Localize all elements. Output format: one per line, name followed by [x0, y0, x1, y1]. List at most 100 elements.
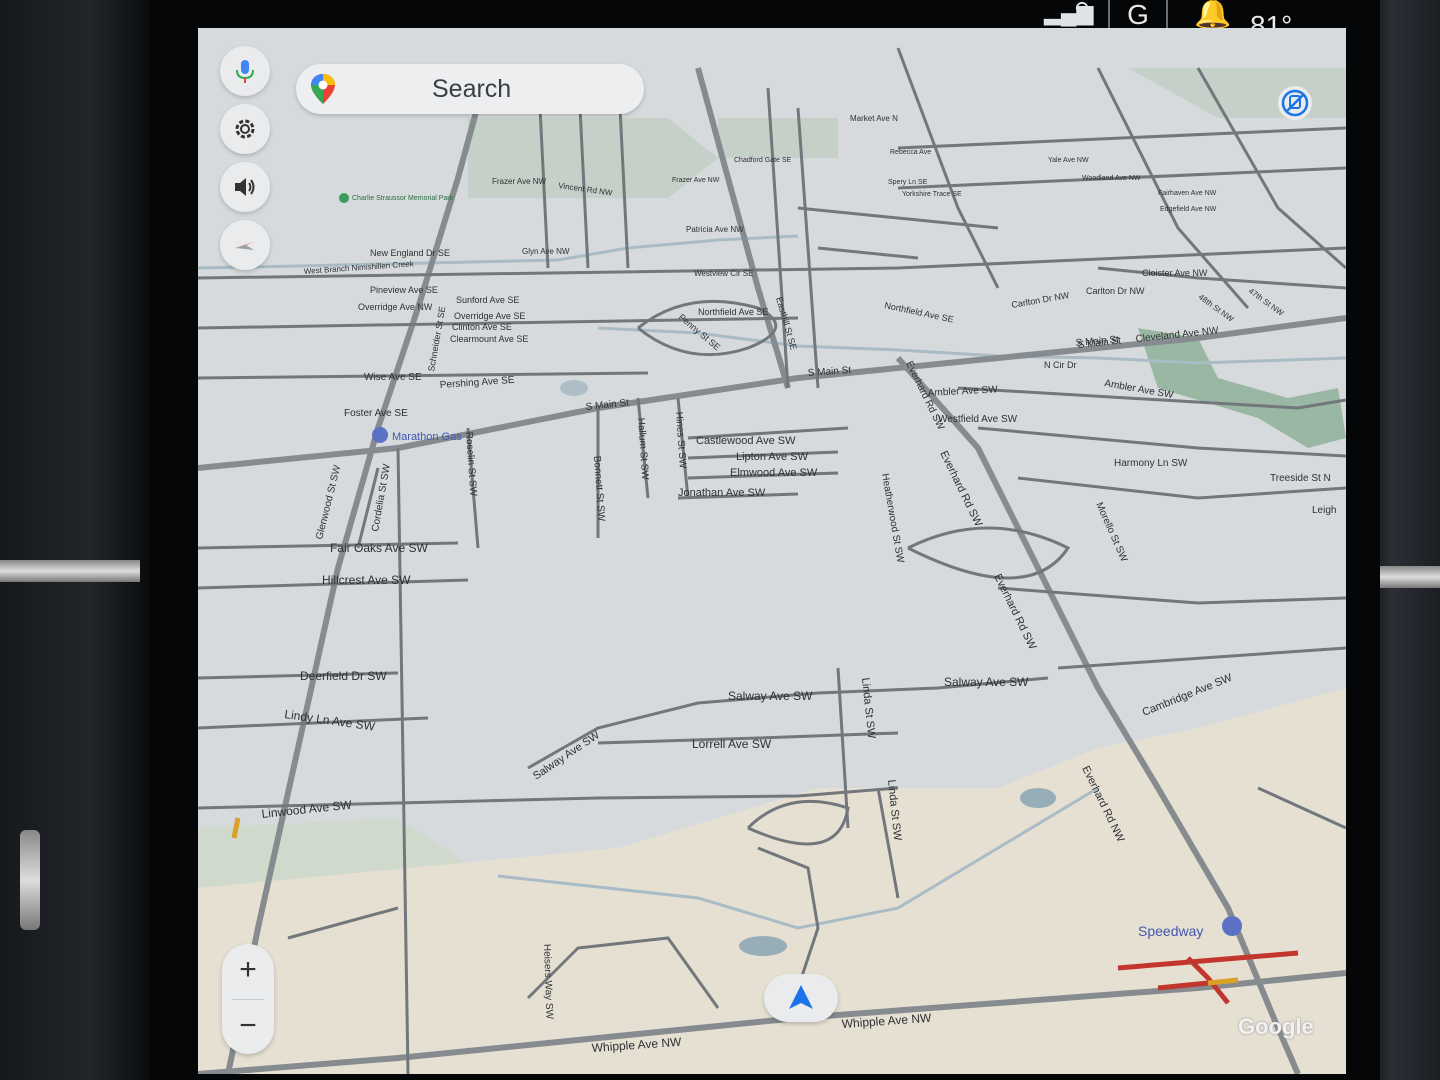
- dashboard-left-panel: [0, 0, 150, 1080]
- street-label: Yorkshire Trace SE: [902, 191, 962, 198]
- recenter-navigation-button[interactable]: [764, 974, 838, 1022]
- street-label: Hines St SW: [673, 411, 688, 469]
- street-label: 48th St NW: [1197, 292, 1236, 324]
- street-label: Deerfield Dr SW: [300, 669, 387, 683]
- loop-roads: [637, 299, 1071, 846]
- road: [198, 371, 649, 380]
- street-label: Clearmount Ave SE: [450, 334, 528, 344]
- pond: [560, 380, 588, 396]
- dashboard-trim: [20, 830, 40, 930]
- street-label: Frazer Ave NW: [492, 177, 547, 186]
- street-label: Northfield Ave SE: [698, 307, 768, 317]
- street-label: Salway Ave SW: [944, 675, 1029, 689]
- voice-search-button[interactable]: [220, 46, 270, 96]
- traffic-segment: [1207, 977, 1239, 986]
- park-area: [1128, 68, 1346, 118]
- street-label: Salway Ave SW: [531, 729, 602, 783]
- street-label: Lorrell Ave SW: [692, 737, 772, 751]
- street-label: West Branch Nimishillen Creek: [304, 259, 415, 276]
- street-label: Woodland Ave NW: [1082, 175, 1141, 182]
- map-canvas[interactable]: Marathon Gas Speedway Charlie Straussor …: [198, 28, 1346, 1074]
- street-label: Lipton Ave SW: [736, 451, 809, 463]
- street-label: Northfield Ave SE: [884, 300, 955, 324]
- street-label: Patricia Ave NW: [686, 225, 744, 234]
- notification-bell-icon[interactable]: 🔔: [1194, 0, 1231, 31]
- pond: [1020, 788, 1056, 808]
- street-label: S Main St: [807, 365, 851, 379]
- google-logo: Google: [1238, 1014, 1314, 1039]
- poi-label: Marathon Gas: [392, 431, 462, 443]
- compass-button[interactable]: [220, 220, 270, 270]
- street-label: Rebecca Ave: [890, 149, 931, 156]
- street-label: Clinton Ave SE: [452, 322, 512, 332]
- street-label: Jonathan Ave SW: [678, 487, 766, 499]
- street-label: Pineview Ave SE: [370, 285, 438, 295]
- street-label: Edgefield Ave NW: [1160, 206, 1217, 213]
- street-label: Leigh: [1312, 505, 1336, 516]
- street-label: Market Ave N: [850, 114, 898, 123]
- street-label: 47th St NW: [1247, 286, 1286, 318]
- street-label: Castlewood Ave SW: [696, 435, 796, 447]
- street-label: Fair Oaks Ave SW: [330, 541, 428, 555]
- street-label: Yale Ave NW: [1048, 157, 1089, 164]
- map-screen[interactable]: Marathon Gas Speedway Charlie Straussor …: [198, 28, 1346, 1074]
- street-label: Cloister Ave NW: [1142, 268, 1208, 278]
- street-label: Westview Cir SE: [694, 269, 753, 278]
- road: [1057, 646, 1346, 670]
- street-label: Treeside St N: [1270, 473, 1331, 484]
- street-label: Foster Ave SE: [344, 408, 408, 419]
- street-label: Cordelia St SW: [370, 463, 393, 533]
- zoom-control: + −: [222, 944, 274, 1054]
- street-label: S Main St: [585, 397, 629, 412]
- street-label: Ambler Ave SW: [928, 384, 999, 399]
- poi-label: Charlie Straussor Memorial Park: [352, 195, 454, 202]
- street-label: N Cir Dr: [1044, 360, 1077, 370]
- park-area: [718, 118, 838, 158]
- street-label: Everhard Rd SW: [991, 572, 1038, 652]
- street-label: Salway Ave SW: [728, 689, 813, 703]
- street-label: Heatherwood St SW: [879, 473, 906, 565]
- road: [896, 47, 1000, 289]
- street-label: Lindy Ln Ave SW: [284, 707, 377, 734]
- zoom-out-button[interactable]: −: [222, 1000, 274, 1052]
- street-label: Hallum St SW: [635, 417, 650, 480]
- microphone-icon: [236, 60, 254, 83]
- road: [897, 126, 1346, 150]
- street-label: Glenwood St SW: [314, 464, 343, 541]
- street-label: Sunford Ave SE: [456, 295, 519, 305]
- street-label: Glyn Ave NW: [522, 247, 570, 256]
- street-label: Overridge Ave NW: [358, 302, 433, 312]
- road: [797, 206, 999, 230]
- search-bar[interactable]: Search: [296, 64, 644, 114]
- street-label: Bonnett St SW: [591, 455, 607, 522]
- sound-button[interactable]: [220, 162, 270, 212]
- street-label: Cambridge Ave SW: [1141, 672, 1235, 719]
- street-label: Westfield Ave SW: [938, 414, 1018, 425]
- street-label: Carlton Dr NW: [1011, 290, 1071, 310]
- no-transit-toggle[interactable]: [1278, 86, 1312, 120]
- street-label: Harmony Ln SW: [1114, 458, 1188, 469]
- road: [817, 246, 919, 260]
- street-label: Morello St SW: [1093, 501, 1129, 564]
- street-label: Pershing Ave SE: [439, 375, 515, 391]
- street-label: Roselin St SW: [463, 431, 479, 497]
- street-label: Schneider St SE: [426, 306, 447, 373]
- poi-label: Speedway: [1138, 923, 1203, 939]
- creek: [198, 234, 799, 270]
- settings-button[interactable]: [220, 104, 270, 154]
- street-label: Everhard Rd SW: [937, 449, 984, 529]
- street-label: Carlton Dr NW: [1086, 286, 1145, 296]
- street-label: Elmwood Ave SW: [730, 467, 818, 479]
- compass-icon: [235, 242, 254, 250]
- dashboard-trim: [0, 560, 140, 582]
- street-label: Linwood Ave SW: [261, 798, 353, 821]
- street-label: Spery Ln SE: [888, 179, 928, 186]
- gear-icon: [235, 119, 255, 139]
- poi-marathon-gas-marker[interactable]: Marathon Gas: [372, 427, 462, 443]
- search-label[interactable]: Search: [432, 75, 511, 104]
- street-label: Hillcrest Ave SW: [322, 573, 411, 587]
- poi-park-marker[interactable]: Charlie Straussor Memorial Park: [339, 193, 454, 203]
- zoom-in-button[interactable]: +: [222, 944, 274, 996]
- street-label: Linda St SW: [859, 677, 877, 740]
- location-icon: ⚲: [1074, 0, 1091, 23]
